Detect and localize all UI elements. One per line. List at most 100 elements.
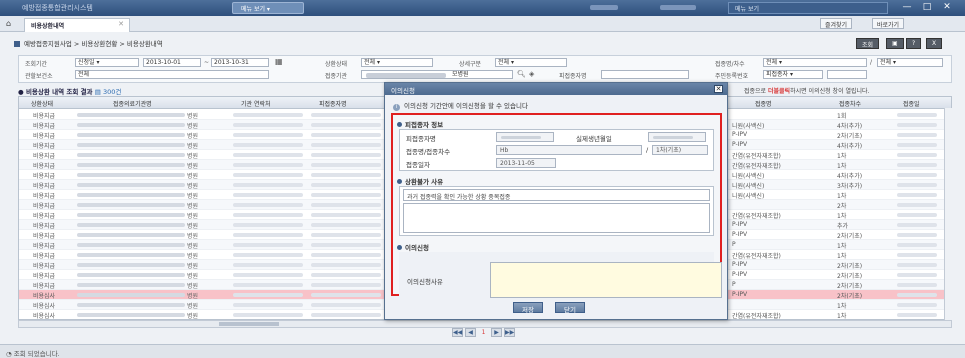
close-page-button[interactable]: X [926, 38, 943, 49]
close-icon[interactable]: ✕ [938, 1, 956, 14]
institution-suffix-cell: 병원 [187, 113, 199, 120]
reject-reason-text: 과거 접종력을 확인 가능한 상황 중복접종 [403, 189, 710, 201]
dose-cell: 1차 [837, 253, 847, 260]
blurred-recipient [311, 303, 381, 307]
section-recipient-info: 피접종자 정보 [393, 119, 720, 129]
institution-suffix-cell: 병원 [187, 253, 199, 260]
shortcut-button[interactable]: 바로가기 [872, 18, 905, 29]
blurred-recipient [311, 273, 381, 277]
institution-suffix-cell: 병원 [187, 233, 199, 240]
vaccine-cell: 간염(유전자재조합) [732, 163, 781, 170]
scroll-thumb[interactable] [219, 322, 279, 326]
blurred-recipient [311, 113, 381, 117]
home-icon[interactable]: ⌂ [6, 19, 18, 29]
birthdate-field [648, 132, 706, 142]
blurred-date [897, 223, 937, 227]
blurred-date [897, 243, 937, 247]
chevron-down-icon: ▾ [266, 6, 270, 13]
vaccine-cell: 니원(사백신) [732, 193, 765, 200]
repay-status-select[interactable]: 전체 ▾ [361, 58, 433, 67]
reject-reason-detail [403, 203, 710, 233]
col-header[interactable]: 접종명 [755, 99, 772, 108]
close-tab-icon[interactable]: ✕ [118, 20, 124, 28]
status-cell: 비용지급 [33, 233, 56, 240]
appeal-box: 이의신청사유 [399, 252, 722, 302]
blurred-phone [233, 113, 303, 117]
health-center-select[interactable]: 전체 [75, 70, 269, 79]
date-to-input[interactable]: 2013-10-31 [211, 58, 269, 67]
blurred-institution [77, 153, 185, 157]
col-header[interactable]: 접종의료기관명 [113, 99, 152, 108]
status-cell: 비용지급 [33, 223, 56, 230]
rrn-input[interactable] [827, 70, 867, 79]
save-button[interactable]: 저장 [513, 302, 543, 314]
search-button[interactable]: 조회 [856, 38, 880, 49]
institution-suffix-cell: 병원 [187, 273, 199, 280]
first-page-button[interactable]: ◀◀ [452, 328, 463, 337]
square-icon [14, 41, 20, 47]
section-appeal: 이의신청 [393, 242, 720, 252]
slash: / [646, 146, 649, 154]
vaccine-label: 접종명/차수 [715, 61, 745, 68]
last-page-button[interactable]: ▶▶ [504, 328, 515, 337]
period-type-select[interactable]: 신청일 ▾ [75, 58, 139, 67]
dialog-notice: i 이의신청 기간안에 이의신청을 할 수 있습니다 [393, 100, 528, 111]
vaccination-date-label: 접종일자 [406, 161, 430, 169]
col-header[interactable]: 접종차수 [839, 99, 861, 108]
top-menu-view-button[interactable]: 메뉴 보기 [728, 2, 888, 14]
calendar-icon[interactable]: ▦ [275, 57, 283, 66]
blurred-phone [233, 173, 303, 177]
blurred-institution [77, 313, 185, 317]
favorites-button[interactable]: 즐겨찾기 [820, 18, 853, 29]
institution-suffix-cell: 병원 [187, 283, 199, 290]
dose-cell: 2차 [837, 203, 847, 210]
vaccine-select[interactable]: 전체 ▾ [763, 58, 867, 67]
blurred-text [660, 5, 696, 10]
reject-reason-box: 과거 접종력을 확인 가능한 상황 중복접종 [399, 186, 714, 236]
current-page[interactable]: 1 [478, 329, 489, 338]
prev-page-button[interactable]: ◀ [465, 328, 476, 337]
dialog-close-icon[interactable]: ✕ [714, 85, 723, 93]
blurred-date [897, 133, 937, 137]
appeal-reason-textarea[interactable] [490, 262, 722, 298]
tab-repayment-history[interactable]: 비용상환내역 ✕ [24, 18, 130, 32]
next-page-button[interactable]: ▶ [491, 328, 502, 337]
col-header[interactable]: 기관 연락처 [241, 99, 271, 108]
help-button[interactable]: ? [906, 38, 922, 49]
col-header[interactable]: 접종일 [903, 99, 920, 108]
dose-cell: 2차(기초) [837, 233, 863, 240]
recipient-input[interactable] [601, 70, 689, 79]
title-bar: 예방접종통합관리시스템 메뉴 보기 ▾ 메뉴 보기 — □ ✕ [0, 0, 965, 16]
rrn-type-select[interactable]: 피접종자 ▾ [763, 70, 823, 79]
status-cell: 비용지급 [33, 123, 56, 130]
maximize-icon[interactable]: □ [918, 1, 936, 14]
dialog-title: 이의신청 [385, 83, 727, 95]
blurred-institution [77, 113, 185, 117]
vaccine-cell: P-IPV [732, 131, 748, 138]
dose-select[interactable]: 전체 ▾ [877, 58, 943, 67]
col-header[interactable]: 상환상태 [31, 99, 53, 108]
excel-icon[interactable]: ▣ [886, 38, 904, 49]
dose-field: 1차(기초) [652, 145, 708, 155]
minimize-icon[interactable]: — [898, 1, 916, 14]
status-cell: 비용지급 [33, 283, 56, 290]
app-title: 예방접종통합관리시스템 [22, 4, 93, 12]
date-from-input[interactable]: 2013-10-01 [143, 58, 201, 67]
close-button[interactable]: 닫기 [555, 302, 585, 314]
institution-input[interactable]: 모병원 [361, 70, 513, 79]
blurred-recipient [311, 163, 381, 167]
col-header[interactable]: 피접종자명 [319, 99, 347, 108]
clear-icon[interactable]: ◈ [529, 70, 534, 78]
horizontal-scrollbar[interactable] [18, 320, 952, 328]
detail-select[interactable]: 전체 ▾ [495, 58, 567, 67]
search-icon[interactable]: 🔍︎ [517, 70, 526, 78]
menu-view-button[interactable]: 메뉴 보기 ▾ [232, 2, 304, 14]
vertical-scrollbar[interactable] [944, 108, 952, 320]
vaccine-cell: P-IPV [732, 271, 748, 278]
dose-cell: 1차 [837, 303, 847, 310]
status-cell: 비용지급 [33, 263, 56, 270]
blurred-institution [77, 183, 185, 187]
dose-cell: 1차 [837, 243, 847, 250]
institution-suffix-cell: 병원 [187, 183, 199, 190]
blurred-recipient [311, 293, 381, 297]
